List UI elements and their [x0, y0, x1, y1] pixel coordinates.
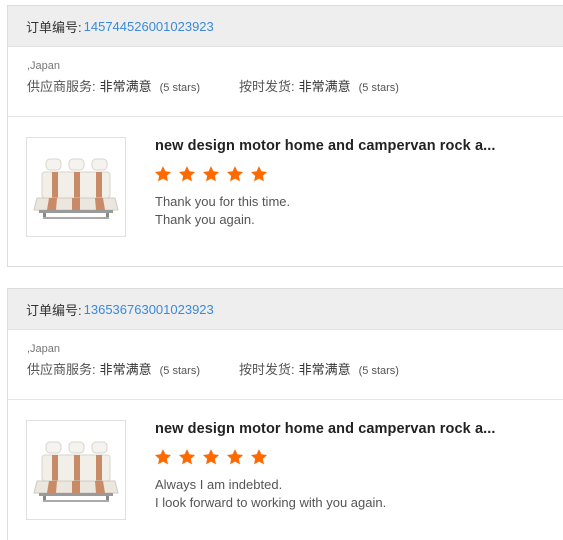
buyer-country: ,Japan	[27, 343, 61, 355]
buyer-country: ,Japan	[27, 60, 61, 72]
product-thumbnail[interactable]	[26, 420, 126, 520]
product-thumbnail[interactable]	[26, 137, 126, 237]
on-time-delivery-value: 非常满意	[298, 362, 351, 377]
comment-line: I look forward to working with you again…	[155, 495, 387, 510]
supplier-service-label: 供应商服务:	[27, 362, 96, 377]
star-icon	[154, 166, 172, 182]
supplier-service-rating: 供应商服务: 非常满意 (5 stars)	[27, 362, 200, 379]
on-time-delivery-rating: 按时发货: 非常满意 (5 stars)	[239, 79, 399, 96]
review-comment: Thank you for this time. Thank you again…	[155, 193, 290, 229]
ratings-row: 供应商服务: 非常满意 (5 stars) 按时发货: 非常满意 (5 star…	[27, 362, 563, 379]
star-icon	[250, 449, 268, 465]
order-number-label: 订单编号:	[26, 302, 82, 318]
star-rating	[154, 165, 274, 183]
order-number-link[interactable]: 145744526001023923	[84, 19, 214, 34]
supplier-service-stars: (5 stars)	[159, 82, 200, 94]
on-time-delivery-stars: (5 stars)	[358, 365, 399, 377]
on-time-delivery-label: 按时发货:	[238, 79, 295, 94]
review-card: 订单编号: 145744526001023923 ,Japan 供应商服务: 非…	[7, 5, 563, 267]
order-number-label: 订单编号:	[26, 19, 82, 35]
feedback-meta: ,Japan 供应商服务: 非常满意 (5 stars) 按时发货: 非常满意 …	[8, 47, 563, 117]
product-title[interactable]: new design motor home and campervan rock…	[155, 421, 496, 437]
comment-line: Always I am indebted.	[155, 477, 283, 492]
review-card: 订单编号: 136536763001023923 ,Japan 供应商服务: 非…	[7, 288, 563, 540]
on-time-delivery-rating: 按时发货: 非常满意 (5 stars)	[239, 362, 399, 379]
supplier-service-value: 非常满意	[99, 79, 152, 94]
star-icon	[226, 449, 244, 465]
review-list: 订单编号: 145744526001023923 ,Japan 供应商服务: 非…	[0, 0, 563, 540]
product-title[interactable]: new design motor home and campervan rock…	[155, 138, 496, 154]
supplier-service-rating: 供应商服务: 非常满意 (5 stars)	[27, 79, 200, 96]
product-review: new design motor home and campervan rock…	[8, 400, 563, 540]
star-icon	[202, 449, 220, 465]
supplier-service-stars: (5 stars)	[159, 365, 200, 377]
star-icon	[250, 166, 268, 182]
order-number-link[interactable]: 136536763001023923	[84, 302, 214, 317]
car-seat-bench-image	[27, 421, 125, 519]
star-icon	[178, 166, 196, 182]
review-comment: Always I am indebted. I look forward to …	[155, 476, 386, 512]
on-time-delivery-label: 按时发货:	[238, 362, 295, 377]
star-icon	[226, 166, 244, 182]
star-icon	[178, 449, 196, 465]
supplier-service-value: 非常满意	[99, 362, 152, 377]
star-icon	[202, 166, 220, 182]
feedback-meta: ,Japan 供应商服务: 非常满意 (5 stars) 按时发货: 非常满意 …	[8, 330, 563, 400]
car-seat-bench-image	[27, 138, 125, 236]
supplier-service-label: 供应商服务:	[27, 79, 96, 94]
on-time-delivery-value: 非常满意	[298, 79, 351, 94]
comment-line: Thank you again.	[155, 212, 255, 227]
star-icon	[154, 449, 172, 465]
order-header: 订单编号: 136536763001023923	[8, 289, 563, 330]
star-rating	[154, 448, 274, 466]
order-header: 订单编号: 145744526001023923	[8, 6, 563, 47]
on-time-delivery-stars: (5 stars)	[358, 82, 399, 94]
product-review: new design motor home and campervan rock…	[8, 117, 563, 257]
ratings-row: 供应商服务: 非常满意 (5 stars) 按时发货: 非常满意 (5 star…	[27, 79, 563, 96]
comment-line: Thank you for this time.	[155, 194, 291, 209]
